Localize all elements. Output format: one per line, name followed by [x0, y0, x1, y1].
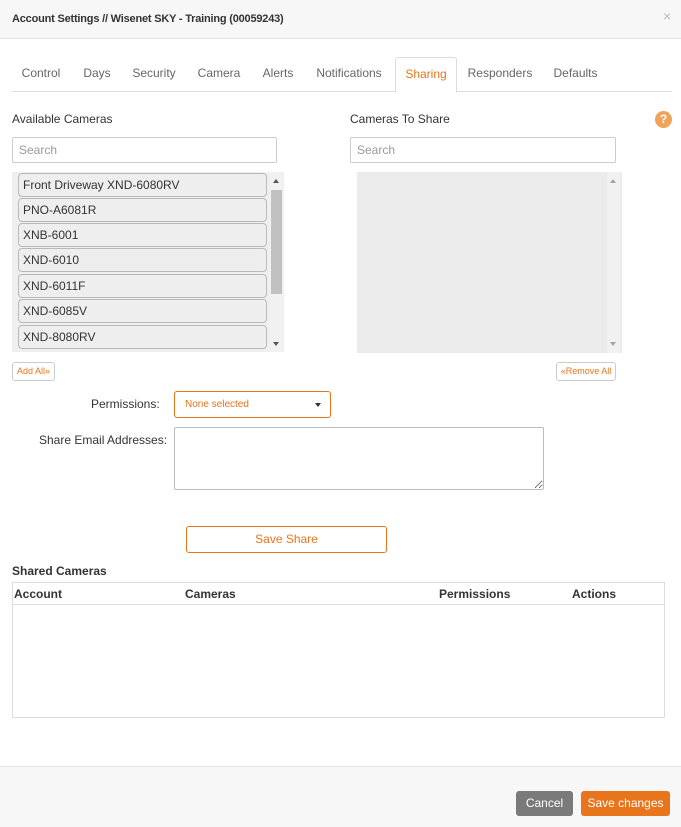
permissions-selected-value: None selected	[185, 399, 249, 410]
tab-alerts[interactable]: Alerts	[256, 57, 300, 92]
available-cameras-list: Front Driveway XND-6080RV PNO-A6081R XNB…	[12, 172, 284, 352]
tab-notifications[interactable]: Notifications	[311, 57, 387, 92]
shared-cameras-title: Shared Cameras	[12, 564, 107, 578]
list-item[interactable]: XNB-6001	[18, 223, 267, 247]
tab-days[interactable]: Days	[76, 57, 118, 92]
modal-footer: Cancel Save changes	[0, 766, 681, 827]
share-scrollbar[interactable]	[607, 172, 620, 353]
share-email-label: Share Email Addresses:	[39, 433, 168, 447]
share-search-input[interactable]	[350, 137, 616, 163]
cameras-to-share-list	[357, 172, 622, 353]
list-item[interactable]: PNO-A6081R	[18, 198, 267, 222]
share-email-field[interactable]	[174, 427, 544, 490]
list-item[interactable]: XND-6011F	[18, 274, 267, 298]
modal-header: Account Settings // Wisenet SKY - Traini…	[0, 0, 681, 39]
modal-title: Account Settings // Wisenet SKY - Traini…	[12, 13, 284, 25]
column-header-cameras: Cameras	[185, 587, 236, 601]
column-header-permissions: Permissions	[439, 587, 511, 601]
settings-tabs: Control Days Security Camera Alerts Noti…	[12, 57, 672, 93]
tab-responders[interactable]: Responders	[464, 57, 536, 92]
available-scrollbar[interactable]	[270, 172, 283, 352]
scroll-down-icon[interactable]	[610, 342, 616, 346]
scroll-thumb[interactable]	[271, 190, 282, 294]
list-item[interactable]: XND-6085V	[18, 299, 267, 323]
scroll-down-icon[interactable]	[273, 342, 279, 346]
chevron-down-icon	[315, 403, 321, 407]
cancel-button[interactable]: Cancel	[516, 791, 573, 816]
remove-all-button[interactable]: «Remove All	[556, 362, 616, 381]
list-item[interactable]: XND-8080RV	[18, 325, 267, 349]
cameras-to-share-label: Cameras To Share	[350, 112, 450, 126]
tab-control[interactable]: Control	[12, 57, 70, 92]
available-search-input[interactable]	[12, 137, 277, 163]
list-item[interactable]: Front Driveway XND-6080RV	[18, 173, 267, 197]
column-header-account: Account	[14, 587, 62, 601]
tab-security[interactable]: Security	[126, 57, 182, 92]
tab-camera[interactable]: Camera	[192, 57, 246, 92]
tab-sharing[interactable]: Sharing	[395, 57, 457, 93]
permissions-label: Permissions:	[91, 397, 160, 411]
list-item[interactable]: XND-6010	[18, 248, 267, 272]
save-share-button[interactable]: Save Share	[186, 526, 387, 553]
add-all-button[interactable]: Add All»	[12, 362, 55, 381]
tab-defaults[interactable]: Defaults	[547, 57, 604, 92]
scroll-up-icon[interactable]	[610, 179, 616, 183]
close-icon[interactable]: ×	[663, 9, 671, 23]
column-header-actions: Actions	[572, 587, 617, 601]
shared-cameras-table: Account Cameras Permissions Actions	[12, 582, 665, 718]
scroll-up-icon[interactable]	[273, 179, 279, 183]
table-header: Account Cameras Permissions Actions	[13, 583, 664, 605]
permissions-select[interactable]: None selected	[174, 391, 331, 418]
save-changes-button[interactable]: Save changes	[581, 791, 670, 816]
help-icon[interactable]: ?	[655, 111, 672, 128]
available-cameras-label: Available Cameras	[12, 112, 113, 126]
